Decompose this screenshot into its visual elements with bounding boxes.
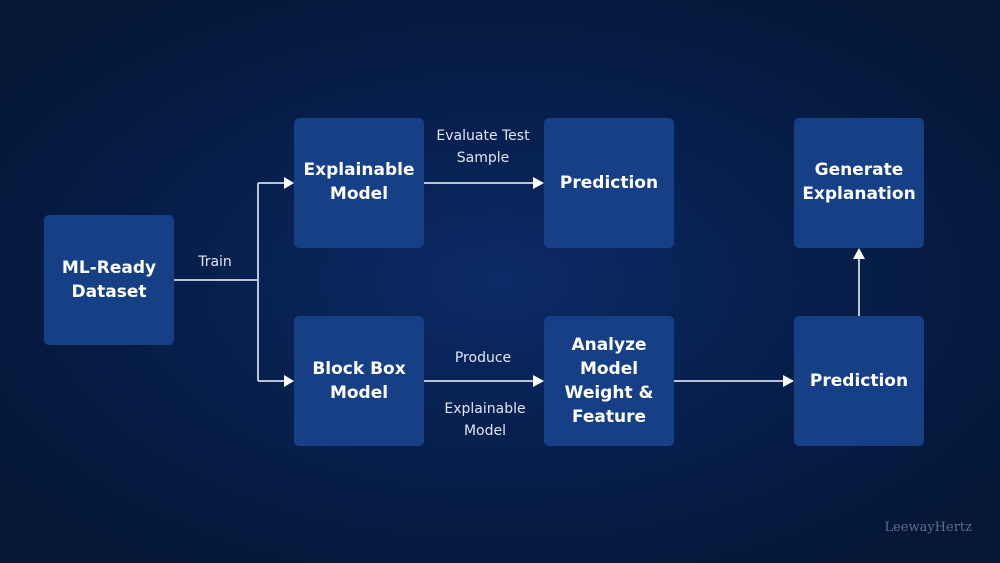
- node-label: Weight &: [564, 383, 654, 403]
- node-label: Analyze: [571, 335, 647, 355]
- edge-label-train: Train: [198, 254, 232, 270]
- node-explainable-model: Explainable Model: [294, 118, 424, 248]
- arrowhead-icon: [284, 177, 294, 189]
- node-label: ML-Ready: [61, 258, 157, 278]
- arrowhead-icon: [284, 375, 294, 387]
- node-label: Model: [579, 359, 639, 379]
- edge-label-line: Model: [463, 423, 507, 439]
- node-label: Model: [329, 383, 389, 403]
- edge-label-explainable-model: Explainable Model: [424, 398, 546, 442]
- node-analyze-model-weight-feature: Analyze Model Weight & Feature: [544, 316, 674, 446]
- arrowhead-icon: [533, 375, 544, 387]
- arrowhead-icon: [853, 248, 865, 259]
- node-black-box-model: Block Box Model: [294, 316, 424, 446]
- edge-label-line: Explainable: [444, 401, 526, 417]
- arrowhead-icon: [533, 177, 544, 189]
- node-generate-explanation: Generate Explanation: [794, 118, 924, 248]
- edge-label-line: Evaluate Test: [436, 128, 530, 144]
- node-label: Prediction: [809, 371, 909, 391]
- node-prediction-bottom: Prediction: [794, 316, 924, 446]
- node-label: Prediction: [559, 173, 659, 193]
- node-label: Explainable: [303, 160, 415, 180]
- node-label: Generate: [814, 160, 904, 180]
- edge-label-line: Sample: [456, 150, 510, 166]
- edge-label-produce: Produce: [454, 350, 512, 366]
- node-ml-ready-dataset: ML-Ready Dataset: [44, 215, 174, 345]
- node-label: Explanation: [802, 184, 916, 204]
- arrowhead-icon: [783, 375, 794, 387]
- node-label: Model: [329, 184, 389, 204]
- edge-label-evaluate-test-sample: Evaluate Test Sample: [424, 125, 542, 169]
- node-label: Block Box: [312, 359, 406, 379]
- node-prediction-top: Prediction: [544, 118, 674, 248]
- watermark-logo: LeewayHertz: [884, 520, 972, 535]
- node-label: Feature: [571, 407, 647, 427]
- node-label: Dataset: [71, 282, 147, 302]
